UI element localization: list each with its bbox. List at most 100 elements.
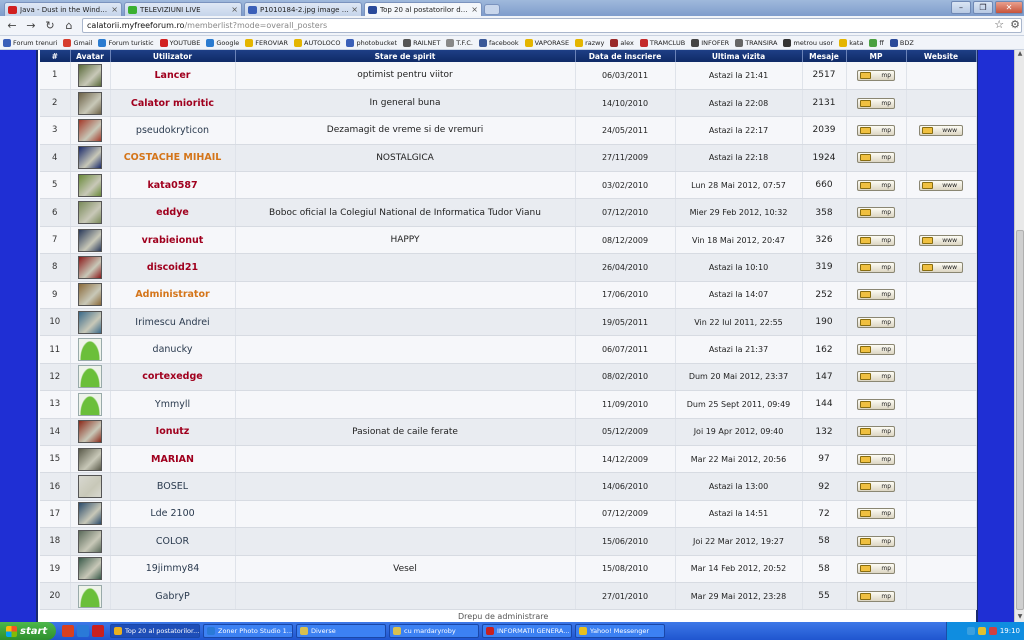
bookmark-item[interactable]: FEROVIAR <box>245 38 288 47</box>
avatar[interactable] <box>78 201 102 225</box>
tab-4[interactable]: Top 20 al postatorilor din forum× <box>364 2 482 16</box>
avatar[interactable] <box>78 91 102 115</box>
private-message-button[interactable]: mp <box>857 69 895 81</box>
avatar[interactable] <box>78 118 102 142</box>
firefox-icon[interactable] <box>62 625 74 637</box>
bookmark-item[interactable]: VAPORASE <box>524 38 569 47</box>
vertical-scrollbar[interactable]: ▲ ▼ <box>1014 50 1024 622</box>
avatar[interactable] <box>78 557 102 581</box>
private-message-button[interactable]: mp <box>857 344 895 356</box>
avatar[interactable] <box>78 283 102 307</box>
username-link[interactable]: COLOR <box>156 536 189 547</box>
home-icon[interactable]: ⌂ <box>61 18 77 34</box>
username-link[interactable]: discoid21 <box>147 262 198 273</box>
private-message-button[interactable]: mp <box>857 289 895 301</box>
bookmark-item[interactable]: TRAMCLUB <box>639 38 685 47</box>
bookmark-item[interactable]: metrou usor <box>783 38 833 47</box>
private-message-button[interactable]: mp <box>857 152 895 164</box>
avatar[interactable] <box>78 310 102 334</box>
bookmark-item[interactable]: facebook <box>478 38 519 47</box>
tab-2[interactable]: TELEVIZIUNI LIVE × <box>124 2 242 16</box>
scroll-down-icon[interactable]: ▼ <box>1015 613 1024 622</box>
bookmark-item[interactable]: ff <box>869 38 884 47</box>
antivirus-icon[interactable] <box>988 627 997 635</box>
avatar[interactable] <box>78 392 102 416</box>
opera-icon[interactable] <box>92 625 104 637</box>
bookmark-item[interactable]: TRANSIRA <box>735 38 777 47</box>
username-link[interactable]: pseudokryticon <box>136 125 209 136</box>
avatar[interactable] <box>78 365 102 389</box>
back-icon[interactable]: ← <box>4 18 20 34</box>
private-message-button[interactable]: mp <box>857 207 895 219</box>
tab-3[interactable]: P1010184-2.jpg image by mih× <box>244 2 362 16</box>
private-message-button[interactable]: mp <box>857 179 895 191</box>
username-link[interactable]: Administrator <box>135 289 209 300</box>
bookmark-item[interactable]: T.F.C. <box>446 38 473 47</box>
address-bar[interactable]: calatorii.myfreeforum.ro/memberlist?mode… <box>82 18 1022 33</box>
bookmark-item[interactable]: razwy <box>575 38 604 47</box>
close-tab-icon[interactable]: × <box>351 5 358 14</box>
username-link[interactable]: Irimescu Andrei <box>135 317 209 328</box>
avatar[interactable] <box>78 146 102 170</box>
taskbar-item[interactable]: INFORMATII GENERA... <box>482 624 572 638</box>
private-message-button[interactable]: mp <box>857 535 895 547</box>
username-link[interactable]: Ionutz <box>156 426 190 437</box>
bookmark-item[interactable]: alex <box>610 38 634 47</box>
restore-button[interactable]: ❐ <box>973 1 993 14</box>
avatar[interactable] <box>78 255 102 279</box>
tab-1[interactable]: Java - Dust in the Wind Live - × <box>4 2 122 16</box>
bookmark-item[interactable]: photobucket <box>346 38 397 47</box>
username-link[interactable]: Ymmyll <box>155 399 190 410</box>
username-link[interactable]: kata0587 <box>147 180 197 191</box>
avatar[interactable] <box>78 63 102 87</box>
start-button[interactable]: start <box>0 622 56 640</box>
forward-icon[interactable]: → <box>23 18 39 34</box>
website-button[interactable]: www <box>919 261 963 273</box>
avatar[interactable] <box>78 420 102 444</box>
username-link[interactable]: COSTACHE MIHAIL <box>124 152 222 163</box>
private-message-button[interactable]: mp <box>857 453 895 465</box>
close-button[interactable]: ✕ <box>995 1 1023 14</box>
private-message-button[interactable]: mp <box>857 97 895 109</box>
taskbar-item[interactable]: cu mardaryroby <box>389 624 479 638</box>
bookmark-item[interactable]: YOUTUBE <box>159 38 200 47</box>
private-message-button[interactable]: mp <box>857 398 895 410</box>
avatar[interactable] <box>78 475 102 499</box>
taskbar-item[interactable]: Zoner Photo Studio 1... <box>203 624 293 638</box>
avatar[interactable] <box>78 502 102 526</box>
close-tab-icon[interactable]: × <box>471 5 478 14</box>
private-message-button[interactable]: mp <box>857 563 895 575</box>
avatar[interactable] <box>78 228 102 252</box>
private-message-button[interactable]: mp <box>857 316 895 328</box>
network-icon[interactable] <box>966 627 975 635</box>
private-message-button[interactable]: mp <box>857 590 895 602</box>
avatar[interactable] <box>78 529 102 553</box>
taskbar-item[interactable]: Top 20 al postatorilor... <box>110 624 200 638</box>
private-message-button[interactable]: mp <box>857 426 895 438</box>
username-link[interactable]: BOSEL <box>157 481 188 492</box>
username-link[interactable]: 19jimmy84 <box>146 563 200 574</box>
website-button[interactable]: www <box>919 179 963 191</box>
taskbar-item[interactable]: Yahoo! Messenger <box>575 624 665 638</box>
private-message-button[interactable]: mp <box>857 234 895 246</box>
bookmark-item[interactable]: RAILNET <box>403 38 440 47</box>
close-tab-icon[interactable]: × <box>111 5 118 14</box>
private-message-button[interactable]: mp <box>857 508 895 520</box>
private-message-button[interactable]: mp <box>857 481 895 493</box>
bookmark-item[interactable]: Google <box>206 38 239 47</box>
avatar[interactable] <box>78 447 102 471</box>
website-button[interactable]: www <box>919 234 963 246</box>
bookmark-item[interactable]: AUTOLOCO <box>294 38 340 47</box>
private-message-button[interactable]: mp <box>857 261 895 273</box>
wrench-icon[interactable]: ⚙ <box>1010 18 1020 31</box>
ie-icon[interactable] <box>77 625 89 637</box>
avatar[interactable] <box>78 338 102 362</box>
username-link[interactable]: cortexedge <box>142 371 202 382</box>
close-tab-icon[interactable]: × <box>231 5 238 14</box>
bookmark-item[interactable]: Forum turistic <box>98 38 154 47</box>
avatar[interactable] <box>78 173 102 197</box>
volume-icon[interactable] <box>977 627 986 635</box>
avatar[interactable] <box>78 584 102 608</box>
username-link[interactable]: GabryP <box>155 591 189 602</box>
username-link[interactable]: Lancer <box>155 70 191 81</box>
